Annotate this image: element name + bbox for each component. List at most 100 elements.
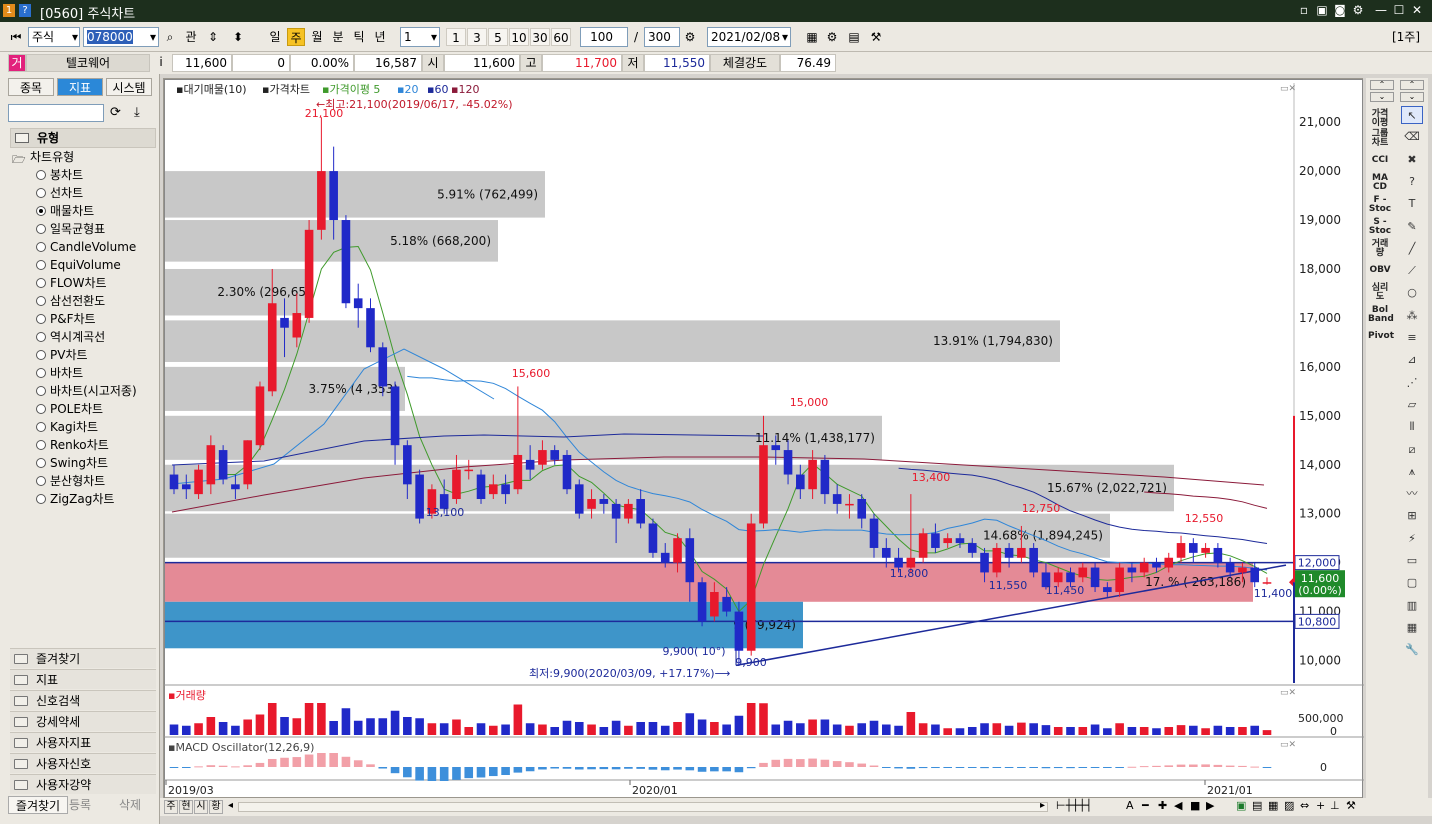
legend-item[interactable]: ▪20 bbox=[397, 83, 418, 96]
total-input[interactable]: 300 bbox=[644, 27, 680, 47]
quick-interval-30[interactable]: 30 bbox=[530, 28, 550, 46]
accordion-item[interactable]: 강세약세 bbox=[10, 711, 156, 731]
close-button[interactable]: ✕ bbox=[1409, 2, 1425, 18]
market-select[interactable]: 주식 ▾ bbox=[28, 27, 80, 47]
info-icon[interactable]: i bbox=[154, 54, 168, 72]
window-icon[interactable]: ▭ bbox=[1401, 552, 1423, 570]
link-icon[interactable]: ▫ bbox=[1296, 2, 1312, 18]
radio-icon[interactable] bbox=[36, 386, 46, 396]
section-header[interactable]: 유형 bbox=[10, 128, 156, 148]
gear-icon[interactable]: ⚙ bbox=[824, 28, 840, 46]
chart-type-item[interactable]: 삼선전환도 bbox=[36, 292, 105, 310]
fan-icon[interactable]: ⋰ bbox=[1401, 374, 1423, 392]
chart-type-item[interactable]: Swing차트 bbox=[36, 454, 108, 472]
radio-icon[interactable] bbox=[36, 422, 46, 432]
volume-shortcut[interactable]: 거래 량 bbox=[1368, 240, 1392, 258]
left-tab-2[interactable]: 시스템 bbox=[106, 78, 152, 96]
chart-type-item[interactable]: PV차트 bbox=[36, 346, 88, 364]
chart-type-item[interactable]: ZigZag차트 bbox=[36, 490, 114, 508]
period-tab-4[interactable]: 틱 bbox=[350, 28, 368, 46]
group-chart-shortcut[interactable]: 그룹 차트 bbox=[1368, 130, 1392, 148]
panel-controls-icon[interactable]: ▭✕ bbox=[1280, 688, 1296, 698]
legend-item[interactable]: ▪가격차트 bbox=[262, 83, 310, 96]
present-toggle[interactable]: 현 bbox=[179, 800, 193, 814]
channel-icon[interactable]: ▱ bbox=[1401, 396, 1423, 414]
accordion-item[interactable]: 신호검색 bbox=[10, 690, 156, 710]
andrews-icon[interactable]: ⩚ bbox=[1401, 463, 1423, 481]
radio-icon[interactable] bbox=[36, 260, 46, 270]
wave-icon[interactable]: 〰 bbox=[1401, 485, 1423, 503]
panel-controls-icon[interactable]: ▭✕ bbox=[1280, 740, 1296, 750]
radio-icon[interactable] bbox=[36, 242, 46, 252]
zoom-slider-icon[interactable]: ⊢┼┼┼┤ bbox=[1056, 799, 1092, 812]
fib-icon[interactable]: ≡ bbox=[1401, 329, 1423, 347]
text-tool-icon[interactable]: A bbox=[1126, 799, 1134, 812]
trend-icon[interactable]: ⧄ bbox=[1401, 441, 1423, 459]
chart-area[interactable]: 5.91% (762,499) 5.18% (668,200) 2.30% (296… bbox=[163, 78, 1364, 799]
scroll-down-icon[interactable]: ⌄ bbox=[1400, 92, 1424, 102]
chart-type-item[interactable]: Renko차트 bbox=[36, 436, 109, 454]
chart-type-item[interactable]: 일목균형표 bbox=[36, 220, 105, 238]
quick-interval-10[interactable]: 10 bbox=[509, 28, 529, 46]
period-tab-5[interactable]: 년 bbox=[371, 28, 389, 46]
time-toggle[interactable]: 시 bbox=[194, 800, 208, 814]
plus-icon[interactable]: + bbox=[1316, 799, 1325, 812]
up-down-icon[interactable]: ⇕ bbox=[204, 28, 222, 46]
cycle-icon[interactable]: ⦀ bbox=[1401, 418, 1423, 436]
radio-icon[interactable] bbox=[36, 296, 46, 306]
chart-type-item[interactable]: EquiVolume bbox=[36, 256, 121, 274]
link-icon[interactable]: ⊥ bbox=[1330, 799, 1340, 812]
radio-icon[interactable] bbox=[36, 170, 46, 180]
delete-all-icon[interactable]: ✖ bbox=[1401, 151, 1423, 169]
legend-item[interactable]: ▪60 bbox=[427, 83, 448, 96]
quick-interval-1[interactable]: 1 bbox=[446, 28, 466, 46]
gann-icon[interactable]: ⊿ bbox=[1401, 351, 1423, 369]
radio-icon[interactable] bbox=[36, 350, 46, 360]
bolband-shortcut[interactable]: Bol Band bbox=[1368, 306, 1394, 324]
day-toggle[interactable]: 주 bbox=[164, 800, 178, 814]
radio-icon[interactable] bbox=[36, 458, 46, 468]
radio-icon[interactable] bbox=[36, 368, 46, 378]
interval-select[interactable]: 1 ▾ bbox=[400, 27, 440, 47]
save-icon[interactable]: ▤ bbox=[846, 28, 862, 46]
radio-icon[interactable] bbox=[36, 224, 46, 234]
quick-interval-60[interactable]: 60 bbox=[551, 28, 571, 46]
stop-icon[interactable]: ■ bbox=[1190, 799, 1200, 812]
chart-type-item[interactable]: P&F차트 bbox=[36, 310, 96, 328]
scroll-up-icon[interactable]: ⌃ bbox=[1400, 80, 1424, 90]
chart-type-group[interactable]: 🗁 차트유형 bbox=[10, 148, 74, 166]
accordion-item[interactable]: 사용자지표 bbox=[10, 732, 156, 752]
wrench-icon[interactable]: ⚒ bbox=[1346, 799, 1356, 812]
auto-icon[interactable]: ⚡ bbox=[1401, 530, 1423, 548]
maximize-button[interactable]: ☐ bbox=[1391, 2, 1407, 18]
panel-controls-icon[interactable]: ▭✕ bbox=[1280, 84, 1296, 94]
period-tab-3[interactable]: 분 bbox=[329, 28, 347, 46]
zoom-in-icon[interactable]: ✚ bbox=[1158, 799, 1167, 812]
wrench-icon[interactable]: 🔧 bbox=[1401, 641, 1423, 659]
chart-type-item[interactable]: 바차트 bbox=[36, 364, 83, 382]
drag-icon[interactable]: ⇔ bbox=[1300, 799, 1309, 812]
screen-icon[interactable]: ▣ bbox=[1314, 2, 1330, 18]
radio-icon[interactable] bbox=[36, 404, 46, 414]
legend-item[interactable]: ▪가격이평 5 bbox=[322, 83, 380, 96]
radio-icon[interactable] bbox=[36, 476, 46, 486]
calc-icon[interactable]: ▦ bbox=[1401, 619, 1423, 637]
chart-canvas[interactable]: 5.91% (762,499) 5.18% (668,200) 2.30% (296… bbox=[164, 79, 1364, 799]
chart-type-item[interactable]: POLE차트 bbox=[36, 400, 103, 418]
gear-icon[interactable]: ⚙ bbox=[1350, 2, 1366, 18]
accordion-item[interactable]: 사용자신호 bbox=[10, 753, 156, 773]
bars-icon[interactable]: ▥ bbox=[1401, 597, 1423, 615]
left-tab-0[interactable]: 종목 bbox=[8, 78, 54, 96]
count-input[interactable]: 100 bbox=[580, 27, 628, 47]
pencil-icon[interactable]: ✎ bbox=[1401, 218, 1423, 236]
chart-icon[interactable]: ▦ bbox=[804, 28, 820, 46]
refresh-icon[interactable]: ⟳ bbox=[110, 105, 121, 120]
settings-icon[interactable]: ⚙ bbox=[682, 28, 698, 46]
price-ma-shortcut[interactable]: 가격 이평 bbox=[1368, 110, 1392, 128]
pattern-icon[interactable]: ⁂ bbox=[1401, 307, 1423, 325]
legend-item[interactable]: ▪120 bbox=[451, 83, 479, 96]
help-icon[interactable]: ? bbox=[1401, 173, 1423, 191]
bottom-tab-1[interactable]: 등록 bbox=[58, 796, 102, 814]
period-tab-1[interactable]: 주 bbox=[287, 28, 305, 46]
scroll-right-icon[interactable]: ▸ bbox=[1040, 800, 1045, 811]
